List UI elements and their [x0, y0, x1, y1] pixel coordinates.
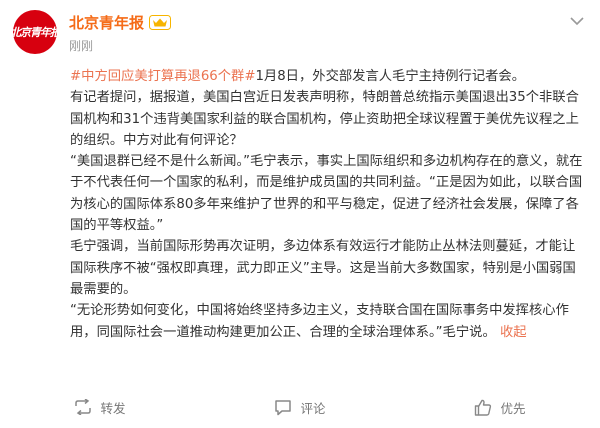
comment-label: 评论 [300, 400, 326, 416]
paragraph-emphasis: 毛宁强调，当前国际形势再次证明，多边体系有效运行才能防止丛林法则蔓延，才能让国际… [70, 239, 576, 297]
intro-text: 1月8日，外交部发言人毛宁主持例行记者会。 [255, 69, 526, 84]
like-label: 优先 [500, 400, 526, 416]
avatar[interactable]: 北京青年报 [13, 10, 57, 54]
repost-icon [75, 399, 92, 415]
repost-button[interactable]: 转发 [0, 392, 200, 422]
paragraph-response: “美国退群已经不是什么新闻。”毛宁表示，事实上国际组织和多边机构存在的意义，就在… [70, 154, 583, 234]
avatar-logo-text: 北京青年报 [13, 26, 57, 39]
post-intro: #中方回应美打算再退66个群#1月8日，外交部发言人毛宁主持例行记者会。 [70, 66, 586, 87]
like-icon [475, 399, 492, 416]
comment-button[interactable]: 评论 [200, 392, 400, 422]
comment-icon [275, 399, 292, 415]
conclusion-text: “无论形势如何变化，中国将始终坚持多边主义，支持联合国在国际事务中发挥核心作用，… [70, 303, 569, 340]
repost-label: 转发 [100, 400, 126, 416]
post-time: 刚刚 [69, 39, 94, 53]
author-name[interactable]: 北京青年报 [69, 12, 144, 33]
author-row: 北京青年报 [69, 12, 172, 33]
paragraph-question: 有记者提问，据报道，美国白宫近日发表声明称，特朗普总统指示美国退出35个非联合国… [70, 90, 579, 148]
action-bar: 转发 评论 优先 [0, 392, 600, 422]
like-button[interactable]: 优先 [400, 392, 600, 422]
post-header: 北京青年报 北京青年报 刚刚 [13, 10, 587, 60]
vip-badge-icon [149, 15, 172, 30]
paragraph-conclusion: “无论形势如何变化，中国将始终坚持多边主义，支持联合国在国际事务中发挥核心作用，… [70, 300, 586, 343]
hashtag-link[interactable]: #中方回应美打算再退66个群# [70, 69, 255, 84]
collapse-link[interactable]: 收起 [500, 325, 527, 340]
chevron-down-icon[interactable] [567, 14, 587, 28]
post-content: #中方回应美打算再退66个群#1月8日，外交部发言人毛宁主持例行记者会。 有记者… [70, 66, 586, 343]
